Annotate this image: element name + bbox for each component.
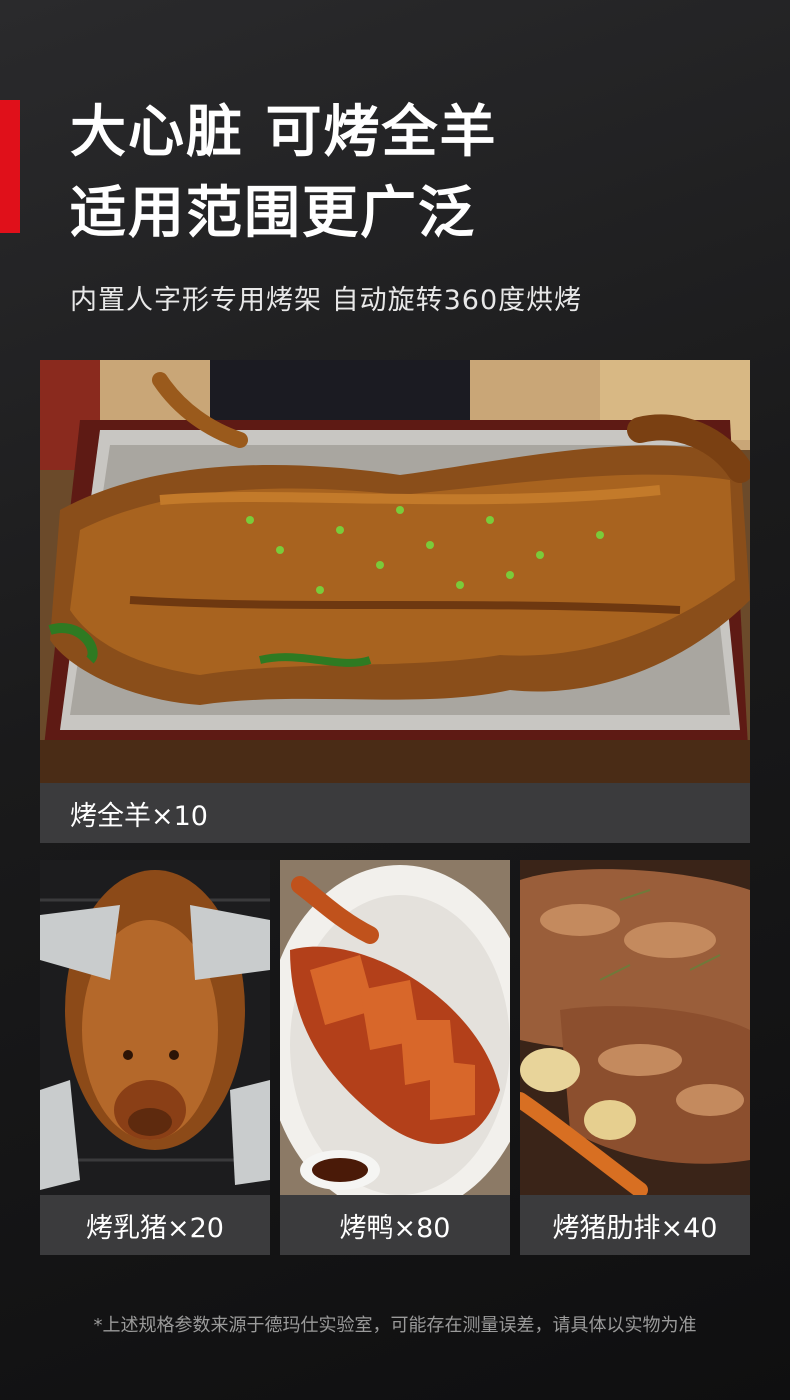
roast-pork-ribs-caption: 烤猪肋排×40: [520, 1195, 750, 1255]
roast-lamb-caption: 烤全羊×10: [40, 783, 750, 843]
headline-line-2: 适用范围更广泛: [70, 181, 476, 246]
roast-lamb-photo: [40, 360, 750, 783]
accent-bar: [0, 100, 20, 233]
headline: 大心脏 可烤全羊 适用范围更广泛: [70, 92, 498, 254]
roast-duck-caption: 烤鸭×80: [280, 1195, 510, 1255]
roast-suckling-pig-photo: [40, 860, 270, 1195]
headline-line-1: 大心脏 可烤全羊: [70, 100, 498, 165]
subtitle: 内置人字形专用烤架 自动旋转360度烘烤: [70, 285, 583, 316]
roast-suckling-pig-caption: 烤乳猪×20: [40, 1195, 270, 1255]
roast-duck-photo: [280, 860, 510, 1195]
roast-pork-ribs-photo: [520, 860, 750, 1195]
footnote: *上述规格参数来源于德玛仕实验室，可能存在测量误差，请具体以实物为准: [93, 1315, 697, 1336]
